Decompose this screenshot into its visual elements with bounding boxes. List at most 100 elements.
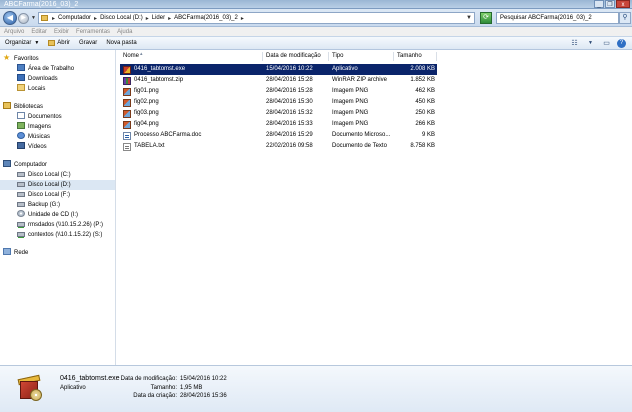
open-button[interactable]: Abrir <box>48 40 70 46</box>
sidebar-item-computer[interactable]: Computador <box>0 160 115 170</box>
sidebar-item-label: Área de Trabalho <box>28 66 75 72</box>
navigation-pane: ★ Favoritos Área de Trabalho Downloads Lo… <box>0 50 116 365</box>
sidebar-item-desktop[interactable]: Área de Trabalho <box>0 64 115 74</box>
window-controls: _ ❐ x <box>594 0 630 9</box>
file-row[interactable]: 0416_tabtomst.zip 28/04/2016 15:28 WinRA… <box>120 75 437 86</box>
file-row[interactable]: fig04.png 28/04/2016 15:33 Imagem PNG 26… <box>120 119 437 130</box>
organize-button[interactable]: Organizar ▼ <box>5 40 39 46</box>
image-file-icon <box>123 87 131 96</box>
close-button[interactable]: x <box>616 0 630 8</box>
minimize-button[interactable]: _ <box>594 0 604 8</box>
network-drive-icon <box>17 222 25 227</box>
file-size: 450 KB <box>415 99 435 105</box>
sidebar-item-libraries[interactable]: Bibliotecas <box>0 102 115 112</box>
breadcrumb-current-folder[interactable]: ABCFarma(2016_03)_2 <box>174 15 238 21</box>
menu-arquivo[interactable]: Arquivo <box>4 29 24 35</box>
details-size-label: Tamanho: <box>150 384 177 391</box>
preview-pane-icon[interactable]: ▭ <box>601 39 612 48</box>
music-icon <box>17 132 25 139</box>
breadcrumb-lider[interactable]: Lider <box>152 15 165 21</box>
view-controls: ☷ ▼ ▭ ? <box>569 39 626 48</box>
sidebar-item-drive-d[interactable]: Disco Local (D:) <box>0 180 115 190</box>
sidebar-item-images[interactable]: Imagens <box>0 122 115 132</box>
breadcrumb-computer[interactable]: Computador <box>58 15 91 21</box>
application-icon <box>123 65 131 74</box>
sidebar-item-music[interactable]: Músicas <box>0 132 115 142</box>
recent-pages-dropdown[interactable]: ▼ <box>31 15 36 21</box>
network-icon <box>3 248 11 255</box>
image-file-icon <box>123 120 131 129</box>
documents-icon <box>17 112 25 119</box>
maximize-button[interactable]: ❐ <box>605 0 615 8</box>
text-file-icon <box>123 142 131 151</box>
column-header-name[interactable]: Nome ▴ <box>120 51 263 61</box>
sidebar-item-drive-f[interactable]: Disco Local (F:) <box>0 190 115 200</box>
file-type: Documento de Texto <box>332 143 387 149</box>
sidebar-item-label: Disco Local (D:) <box>28 182 71 188</box>
pictures-icon <box>17 122 25 129</box>
help-icon[interactable]: ? <box>617 39 626 48</box>
sidebar-item-label: Favoritos <box>14 56 39 62</box>
file-size: 250 KB <box>415 110 435 116</box>
sidebar-item-label: rmsdados (\\10.15.2.26) (P:) <box>28 222 104 228</box>
image-file-icon <box>123 109 131 118</box>
chevron-right-icon[interactable]: ▸ <box>168 15 171 22</box>
chevron-down-icon[interactable]: ▼ <box>585 39 596 48</box>
details-created-row: Data da criação: 28/04/2016 15:36 <box>116 392 226 401</box>
folder-icon <box>41 15 48 21</box>
column-header-date[interactable]: Data de modificação <box>263 52 329 61</box>
view-options-icon[interactable]: ☷ <box>569 39 580 48</box>
search-icon[interactable]: ⚲ <box>619 12 631 24</box>
sidebar-item-favorites[interactable]: ★ Favoritos <box>0 54 115 64</box>
file-row[interactable]: 0416_tabtomst.exe 15/04/2016 10:22 Aplic… <box>119 63 438 76</box>
window-title: ABCFarma(2016_03)_2 <box>4 1 79 8</box>
menu-ferramentas[interactable]: Ferramentas <box>76 29 110 35</box>
sidebar-item-drive-g[interactable]: Backup (G:) <box>0 200 115 210</box>
sidebar-item-label: contextos (\\10.1.15.22) (S:) <box>28 232 103 238</box>
details-modified-row: Data de modificação: 15/04/2016 10:22 <box>116 375 227 384</box>
sidebar-item-downloads[interactable]: Downloads <box>0 74 115 84</box>
menu-bar: Arquivo Editar Exibir Ferramentas Ajuda <box>0 27 632 36</box>
file-row[interactable]: Processo ABCFarma.doc 28/04/2016 15:29 D… <box>120 130 437 141</box>
sidebar-item-label: Downloads <box>28 76 58 82</box>
sidebar-item-locais[interactable]: Locais <box>0 84 115 94</box>
address-box[interactable]: ▸ Computador ▸ Disco Local (D:) ▸ Lider … <box>38 12 475 24</box>
file-size: 1.852 KB <box>410 77 435 83</box>
cd-drive-icon <box>17 210 25 217</box>
chevron-right-icon[interactable]: ▸ <box>52 15 55 22</box>
sort-up-icon: ▴ <box>140 51 143 57</box>
forward-button[interactable]: ▶ <box>18 13 29 24</box>
menu-editar[interactable]: Editar <box>31 29 47 35</box>
chevron-down-icon[interactable]: ▼ <box>466 13 472 23</box>
refresh-button[interactable]: ⟳ <box>480 12 492 24</box>
sidebar-item-documents[interactable]: Documentos <box>0 112 115 122</box>
menu-exibir[interactable]: Exibir <box>54 29 69 35</box>
file-row[interactable]: fig01.png 28/04/2016 15:28 Imagem PNG 46… <box>120 86 437 97</box>
details-modified-value: 15/04/2016 10:22 <box>180 376 227 382</box>
sidebar-item-videos[interactable]: Vídeos <box>0 142 115 152</box>
file-row[interactable]: fig02.png 28/04/2016 15:30 Imagem PNG 45… <box>120 97 437 108</box>
chevron-right-icon[interactable]: ▸ <box>146 15 149 22</box>
sidebar-item-drive-p[interactable]: rmsdados (\\10.15.2.26) (P:) <box>0 220 115 230</box>
new-folder-button[interactable]: Nova pasta <box>106 40 136 46</box>
network-section: Rede <box>0 248 115 258</box>
file-name: fig03.png <box>134 110 159 116</box>
file-row[interactable]: fig03.png 28/04/2016 15:32 Imagem PNG 25… <box>120 108 437 119</box>
search-input[interactable]: Pesquisar ABCFarma(2016_03)_2 <box>496 12 619 24</box>
column-header-size[interactable]: Tamanho <box>394 52 437 61</box>
chevron-right-icon[interactable]: ▸ <box>241 15 244 22</box>
breadcrumb-drive-d[interactable]: Disco Local (D:) <box>100 15 143 21</box>
sidebar-item-drive-s[interactable]: contextos (\\10.1.15.22) (S:) <box>0 230 115 240</box>
sidebar-item-drive-i[interactable]: Unidade de CD (I:) <box>0 210 115 220</box>
column-header-type[interactable]: Tipo <box>329 52 394 61</box>
column-header-label: Nome <box>123 53 140 59</box>
sidebar-item-network[interactable]: Rede <box>0 248 115 258</box>
chevron-right-icon[interactable]: ▸ <box>94 15 97 22</box>
details-size-value: 1,95 MB <box>180 384 203 391</box>
sidebar-item-drive-c[interactable]: Disco Local (C:) <box>0 170 115 180</box>
details-created-label: Data da criação: <box>133 393 177 399</box>
burn-button[interactable]: Gravar <box>79 40 97 46</box>
menu-ajuda[interactable]: Ajuda <box>117 29 132 35</box>
file-row[interactable]: TABELA.txt 22/02/2016 09:58 Documento de… <box>120 141 437 152</box>
back-button[interactable]: ◀ <box>3 11 17 25</box>
